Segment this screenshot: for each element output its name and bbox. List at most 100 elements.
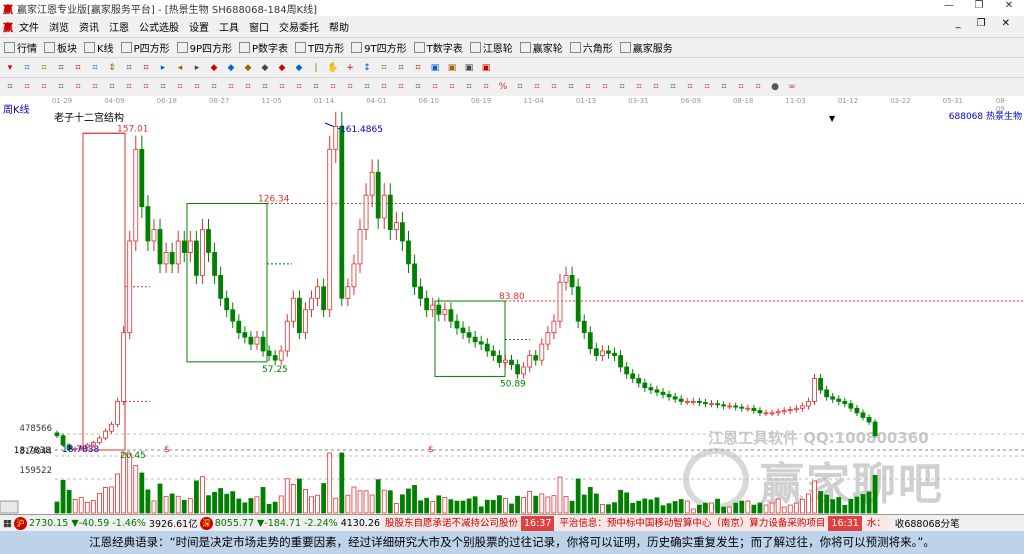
toolbar-button-4[interactable]: 9P四方形 [176,40,232,55]
indicator-tool-icon[interactable]: ⌗ [225,81,237,93]
draw-tool-icon[interactable]: ⌗ [38,62,50,74]
grid-icon[interactable]: ▦ [3,518,12,529]
indicator-tool-icon[interactable]: ⌗ [327,81,339,93]
news-ticker[interactable]: 平治信息：预中标中国移动智算中心（南京）算力设备采购项目 [556,515,829,531]
indicator-tool-icon[interactable]: ⌗ [344,81,356,93]
close-button[interactable]: ✕ [994,0,1024,11]
toolbar-button-10[interactable]: 赢家轮 [519,40,563,55]
indicator-tool-icon[interactable]: ⌗ [310,81,322,93]
draw-tool-icon[interactable]: ◆ [276,62,288,74]
indicator-tool-icon[interactable]: ⌗ [752,81,764,93]
draw-tool-icon[interactable]: ⌗ [395,62,407,74]
indicator-tool-icon[interactable]: ⌗ [259,81,271,93]
indicator-tool-icon[interactable]: ⌗ [650,81,662,93]
toolbar-button-2[interactable]: K线 [84,40,114,55]
draw-tool-icon[interactable]: ⌗ [72,62,84,74]
draw-tool-icon[interactable]: ◆ [242,62,254,74]
indicator-tool-icon[interactable]: ⌗ [293,81,305,93]
indicator-tool-icon[interactable]: ⌗ [378,81,390,93]
indicator-tool-icon[interactable]: ⌗ [395,81,407,93]
draw-tool-icon[interactable]: ⌗ [123,62,135,74]
indicator-tool-icon[interactable]: ⌗ [701,81,713,93]
indicator-tool-icon[interactable]: ⌗ [361,81,373,93]
indicator-tool-icon[interactable]: ⌗ [633,81,645,93]
indicator-tool-icon[interactable]: ⌗ [140,81,152,93]
maximize-button[interactable]: ❐ [964,0,994,11]
indicator-tool-icon[interactable]: ⌗ [157,81,169,93]
draw-tool-icon[interactable]: ⇕ [106,62,118,74]
menu-0[interactable]: 文件 [19,19,39,34]
mdi-close-button[interactable]: ✕ [1002,18,1010,29]
toolbar-button-9[interactable]: 江恩轮 [469,40,513,55]
indicator-tool-icon[interactable]: ⌗ [123,81,135,93]
indicator-tool-icon[interactable]: ⌗ [735,81,747,93]
indicator-tool-icon[interactable]: ⌗ [446,81,458,93]
draw-tool-icon[interactable]: ◆ [293,62,305,74]
menu-1[interactable]: 浏览 [49,19,69,34]
indicator-tool-icon[interactable]: ⌗ [38,81,50,93]
indicator-tool-icon[interactable]: ⌗ [106,81,118,93]
indicator-tool-icon[interactable]: ⌗ [242,81,254,93]
draw-tool-icon[interactable]: ⌗ [55,62,67,74]
indicator-tool-icon[interactable]: ⌗ [667,81,679,93]
indicator-tool-icon[interactable]: ⌗ [514,81,526,93]
menu-6[interactable]: 工具 [219,19,239,34]
indicator-tool-icon[interactable]: ⌗ [684,81,696,93]
indicator-tool-icon[interactable]: ⌗ [174,81,186,93]
draw-tool-icon[interactable]: ◆ [225,62,237,74]
draw-tool-icon[interactable]: ⌗ [89,62,101,74]
draw-tool-icon[interactable]: ⌗ [140,62,152,74]
indicator-tool-icon[interactable]: ⌗ [531,81,543,93]
indicator-tool-icon[interactable]: ⌗ [276,81,288,93]
draw-tool-icon[interactable]: + [344,62,356,74]
indicator-tool-icon[interactable]: ⌗ [565,81,577,93]
toolbar-button-3[interactable]: P四方形 [120,40,170,55]
indicator-tool-icon[interactable]: ⌗ [429,81,441,93]
minimize-button[interactable]: — [934,0,964,11]
indicator-tool-icon[interactable]: ⌗ [718,81,730,93]
draw-tool-icon[interactable]: ▸ [191,62,203,74]
draw-tool-icon[interactable]: ▣ [480,62,492,74]
indicator-tool-icon[interactable]: ⌗ [463,81,475,93]
indicator-tool-icon[interactable]: ⌗ [616,81,628,93]
indicator-tool-icon[interactable]: ⌗ [21,81,33,93]
toolbar-button-0[interactable]: 行情 [4,40,37,55]
toolbar-button-8[interactable]: T数字表 [413,40,463,55]
draw-tool-icon[interactable]: ◆ [259,62,271,74]
mdi-minimize-button[interactable]: _ [956,18,961,29]
menu-8[interactable]: 交易委托 [279,19,319,34]
indicator-tool-icon[interactable]: ⌗ [582,81,594,93]
draw-tool-icon[interactable]: ▾ [4,62,16,74]
indicator-tool-icon[interactable]: ⌗ [72,81,84,93]
indicator-tool-icon[interactable]: ⌗ [412,81,424,93]
indicator-tool-icon[interactable]: ⌗ [599,81,611,93]
menu-9[interactable]: 帮助 [329,19,349,34]
toolbar-button-7[interactable]: 9T四方形 [351,40,407,55]
draw-tool-icon[interactable]: ⌗ [21,62,33,74]
indicator-tool-icon[interactable]: ⌗ [4,81,16,93]
draw-tool-icon[interactable]: | [310,62,322,74]
indicator-tool-icon[interactable]: ⌗ [89,81,101,93]
draw-tool-icon[interactable]: ▸ [157,62,169,74]
indicator-tool-icon[interactable]: ● [769,81,781,93]
indicator-tool-icon[interactable]: ∞ [786,81,798,93]
indicator-tool-icon[interactable]: ⌗ [480,81,492,93]
menu-5[interactable]: 设置 [189,19,209,34]
draw-tool-icon[interactable]: ▣ [463,62,475,74]
indicator-tool-icon[interactable]: ⌗ [191,81,203,93]
toolbar-button-12[interactable]: 赢家服务 [619,40,673,55]
indicator-tool-icon[interactable]: ⌗ [548,81,560,93]
news-ticker[interactable]: 水： [863,515,889,531]
draw-tool-icon[interactable]: ▣ [429,62,441,74]
news-ticker[interactable]: 股股东自愿承诺不减持公司股份 [382,515,522,531]
draw-tool-icon[interactable]: ⌗ [412,62,424,74]
menu-3[interactable]: 江恩 [109,19,129,34]
tick-detail-link[interactable]: 收688068分笔 [895,516,960,530]
toolbar-button-6[interactable]: T四方形 [295,40,344,55]
indicator-tool-icon[interactable]: % [497,81,509,93]
menu-2[interactable]: 资讯 [79,19,99,34]
menu-4[interactable]: 公式选股 [139,19,179,34]
kline-chart[interactable]: 01-29 04-09 06-18 08-27 11-05 01-14 04-01 06-10… [0,96,1024,514]
indicator-tool-icon[interactable]: ⌗ [208,81,220,93]
draw-tool-icon[interactable]: ◂ [174,62,186,74]
